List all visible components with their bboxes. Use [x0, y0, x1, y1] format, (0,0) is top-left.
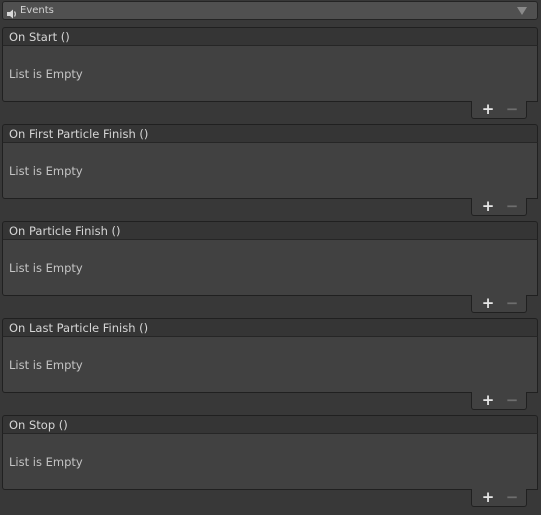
remove-button[interactable]: − — [505, 198, 519, 214]
add-remove-footer: + − — [471, 392, 527, 410]
event-label: On First Particle Finish () — [9, 127, 149, 141]
add-remove-footer: + − — [471, 295, 527, 313]
add-button[interactable]: + — [481, 101, 495, 117]
remove-button[interactable]: − — [505, 489, 519, 505]
empty-list-text: List is Empty — [9, 67, 83, 81]
event-list-body: List is Empty — [2, 142, 538, 199]
event-list-body: List is Empty — [2, 433, 538, 490]
events-foldout-header[interactable]: Events — [2, 1, 538, 20]
add-button[interactable]: + — [481, 392, 495, 408]
event-list-body: List is Empty — [2, 45, 538, 102]
foldout-title: Events — [20, 5, 54, 16]
event-header: On Stop () — [2, 415, 538, 434]
event-list-body: List is Empty — [2, 239, 538, 296]
remove-button[interactable]: − — [505, 392, 519, 408]
event-list-on-stop: On Stop () List is Empty + − — [2, 415, 538, 512]
add-remove-footer: + − — [471, 101, 527, 119]
remove-button[interactable]: − — [505, 295, 519, 311]
event-list-body: List is Empty — [2, 336, 538, 393]
event-label: On Start () — [9, 30, 70, 44]
add-button[interactable]: + — [481, 295, 495, 311]
event-list-on-particle-finish: On Particle Finish () List is Empty + − — [2, 221, 538, 318]
chevron-down-icon[interactable] — [517, 7, 527, 15]
add-remove-footer: + − — [471, 489, 527, 507]
event-header: On First Particle Finish () — [2, 124, 538, 143]
empty-list-text: List is Empty — [9, 164, 83, 178]
event-label: On Particle Finish () — [9, 224, 121, 238]
event-header: On Particle Finish () — [2, 221, 538, 240]
add-button[interactable]: + — [481, 198, 495, 214]
empty-list-text: List is Empty — [9, 261, 83, 275]
empty-list-text: List is Empty — [9, 358, 83, 372]
event-label: On Stop () — [9, 418, 68, 432]
event-header: On Last Particle Finish () — [2, 318, 538, 337]
speaker-icon — [6, 5, 18, 19]
add-button[interactable]: + — [481, 489, 495, 505]
event-header: On Start () — [2, 27, 538, 46]
empty-list-text: List is Empty — [9, 455, 83, 469]
event-list-on-last-particle-finish: On Last Particle Finish () List is Empty… — [2, 318, 538, 415]
events-inspector: Events On Start () List is Empty + − On … — [0, 0, 541, 515]
event-label: On Last Particle Finish () — [9, 321, 149, 335]
event-list-on-start: On Start () List is Empty + − — [2, 27, 538, 124]
event-list-on-first-particle-finish: On First Particle Finish () List is Empt… — [2, 124, 538, 221]
remove-button[interactable]: − — [505, 101, 519, 117]
add-remove-footer: + − — [471, 198, 527, 216]
